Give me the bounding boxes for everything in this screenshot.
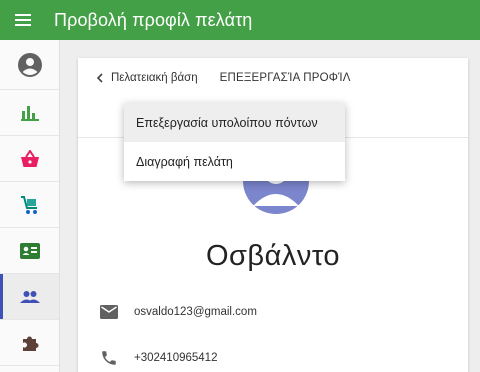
sidebar-item-extensions[interactable] [0, 320, 59, 366]
account-circle-icon [17, 52, 42, 77]
back-link[interactable]: Πελατειακή βάση [96, 72, 198, 84]
sidebar-item-statistics[interactable] [0, 90, 59, 136]
menu-button[interactable] [8, 0, 38, 40]
menu-item-delete-customer[interactable]: Διαγραφή πελάτη [124, 142, 345, 181]
breadcrumb: Πελατειακή βάση ΕΠΕΞΕΡΓΑΣΊΑ ΠΡΟΦΊΛ [96, 68, 351, 88]
menu-item-edit-points[interactable]: Επεξεργασία υπολοίπου πόντων [124, 103, 345, 142]
phone-row: +302410965412 [100, 346, 217, 370]
cart-icon [20, 195, 37, 214]
email-row: osvaldo123@gmail.com [100, 300, 257, 324]
sidebar-item-products[interactable] [0, 182, 59, 228]
contact-card-icon [19, 242, 40, 259]
phone-icon [102, 351, 116, 365]
shopping-basket-icon [20, 149, 39, 167]
phone-text: +302410965412 [134, 352, 218, 364]
sidebar-nav [0, 40, 60, 372]
email-text: osvaldo123@gmail.com [134, 306, 257, 318]
options-menu: Επεξεργασία υπολοίπου πόντων Διαγραφή πε… [124, 103, 345, 181]
bar-chart-icon [20, 105, 39, 121]
email-icon [100, 305, 118, 319]
app-bar: Προβολή προφίλ πελάτη [0, 0, 480, 40]
sidebar-item-customers[interactable] [0, 274, 59, 320]
extension-icon [22, 336, 39, 351]
sidebar-item-profile[interactable] [0, 40, 59, 90]
page-title: Προβολή προφίλ πελάτη [54, 9, 253, 30]
main-content: Πελατειακή βάση ΕΠΕΞΕΡΓΑΣΊΑ ΠΡΟΦΊΛ Οσβάλ… [60, 40, 480, 372]
hamburger-menu-icon [15, 14, 31, 26]
people-icon [19, 290, 40, 303]
breadcrumb-back-label: Πελατειακή βάση [111, 72, 198, 84]
chevron-left-icon [96, 73, 103, 83]
breadcrumb-current: ΕΠΕΞΕΡΓΑΣΊΑ ΠΡΟΦΊΛ [219, 72, 351, 84]
sidebar-item-orders[interactable] [0, 136, 59, 182]
sidebar-item-contacts[interactable] [0, 228, 59, 274]
customer-name: Οσβάλντο [205, 240, 341, 272]
